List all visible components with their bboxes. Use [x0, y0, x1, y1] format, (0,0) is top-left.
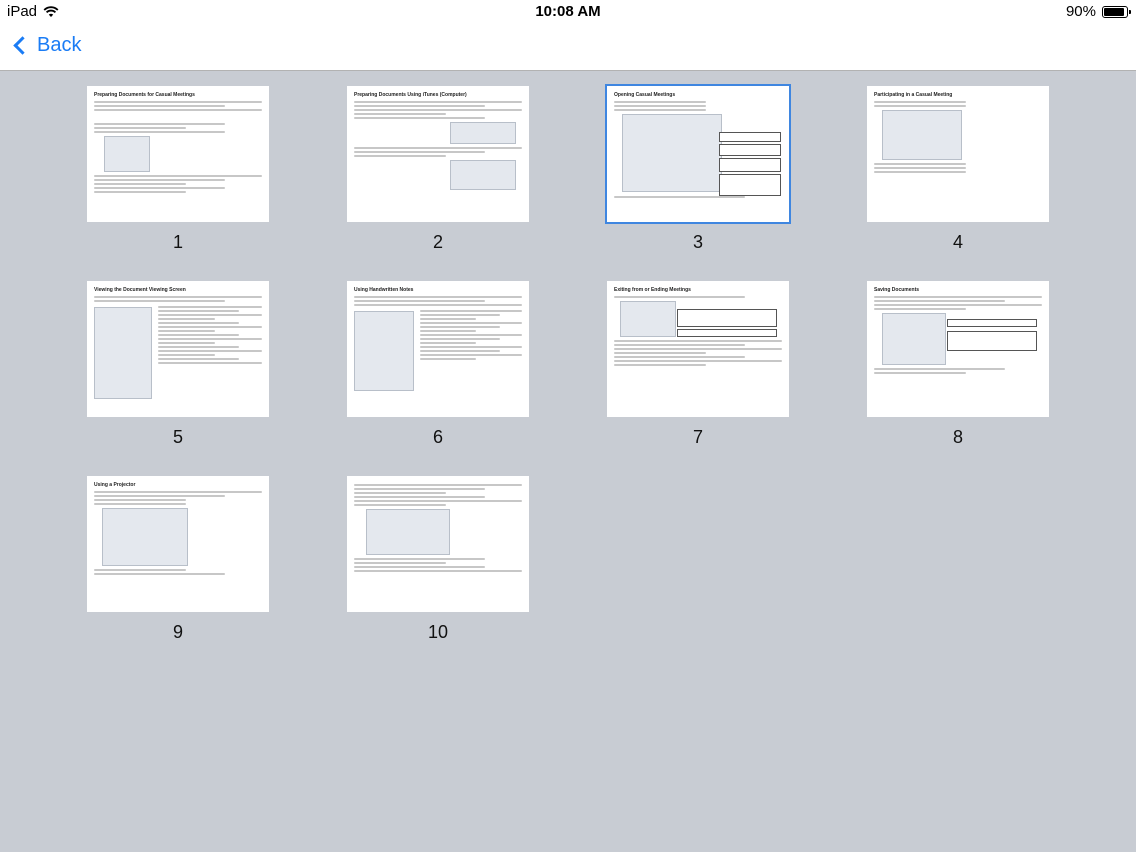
page-number: 10 — [427, 622, 449, 642]
page-preview-title: Preparing Documents Using iTunes (Comput… — [354, 92, 467, 98]
back-button[interactable]: Back — [12, 34, 81, 57]
page-preview: Using Handwritten Notes — [347, 281, 529, 417]
chevron-left-icon — [13, 36, 32, 55]
page-preview: Using a Projector — [87, 476, 269, 612]
page-number: 9 — [172, 622, 183, 642]
page-preview-title: Using a Projector — [94, 482, 136, 488]
clock: 10:08 AM — [535, 3, 601, 20]
page-number: 3 — [692, 232, 703, 252]
battery-percent: 90% — [1065, 3, 1096, 20]
page-preview: Exiting from or Ending Meetings — [607, 281, 789, 417]
page-preview-title: Preparing Documents for Casual Meetings — [94, 92, 195, 98]
status-right: 90% — [1065, 3, 1131, 20]
page-preview: Saving Documents — [867, 281, 1049, 417]
page-preview-title: Opening Casual Meetings — [614, 92, 676, 98]
page-number: 7 — [692, 427, 703, 447]
page-thumbnail[interactable]: Viewing the Document Viewing Screen 5 — [87, 267, 269, 447]
navigation-bar: Back — [0, 24, 1136, 71]
page-preview-title: Saving Documents — [874, 287, 920, 293]
page-preview: Preparing Documents for Casual Meetings — [87, 86, 269, 222]
back-label: Back — [37, 34, 82, 56]
page-number: 8 — [952, 427, 963, 447]
page-thumbnail[interactable]: Preparing Documents Using iTunes (Comput… — [347, 72, 529, 252]
page-thumbnail[interactable]: Saving Documents 8 — [867, 267, 1049, 447]
page-preview: Viewing the Document Viewing Screen — [87, 281, 269, 417]
page-number: 6 — [432, 427, 443, 447]
page-thumbnail[interactable]: Using Handwritten Notes 6 — [347, 267, 529, 447]
page-thumbnail-grid: Preparing Documents for Casual Meetings … — [0, 72, 1136, 852]
page-thumbnail[interactable]: Exiting from or Ending Meetings 7 — [607, 267, 789, 447]
page-preview: Preparing Documents Using iTunes (Comput… — [347, 86, 529, 222]
page-thumbnail[interactable]: Participating in a Casual Meeting 4 — [867, 72, 1049, 252]
page-number: 2 — [432, 232, 443, 252]
page-thumbnail[interactable]: Preparing Documents for Casual Meetings … — [87, 72, 269, 252]
page-preview-title: Using Handwritten Notes — [354, 287, 414, 293]
page-thumbnail[interactable]: Using a Projector 9 — [87, 462, 269, 642]
page-thumbnail[interactable]: Opening Casual Meetings 3 — [605, 72, 791, 252]
page-preview-title: Participating in a Casual Meeting — [874, 92, 953, 98]
status-bar: iPad 10:08 AM 90% — [0, 0, 1136, 24]
battery-icon — [1102, 5, 1131, 18]
page-preview: Participating in a Casual Meeting — [867, 86, 1049, 222]
page-preview — [347, 476, 529, 612]
page-preview-title: Viewing the Document Viewing Screen — [94, 287, 186, 293]
page-preview-title: Exiting from or Ending Meetings — [614, 287, 691, 293]
page-number: 4 — [952, 232, 963, 252]
page-number: 5 — [172, 427, 183, 447]
page-preview: Opening Casual Meetings — [605, 84, 791, 224]
battery-fill — [1104, 7, 1124, 16]
page-number: 1 — [172, 232, 183, 252]
page-thumbnail[interactable]: 10 — [347, 462, 529, 642]
